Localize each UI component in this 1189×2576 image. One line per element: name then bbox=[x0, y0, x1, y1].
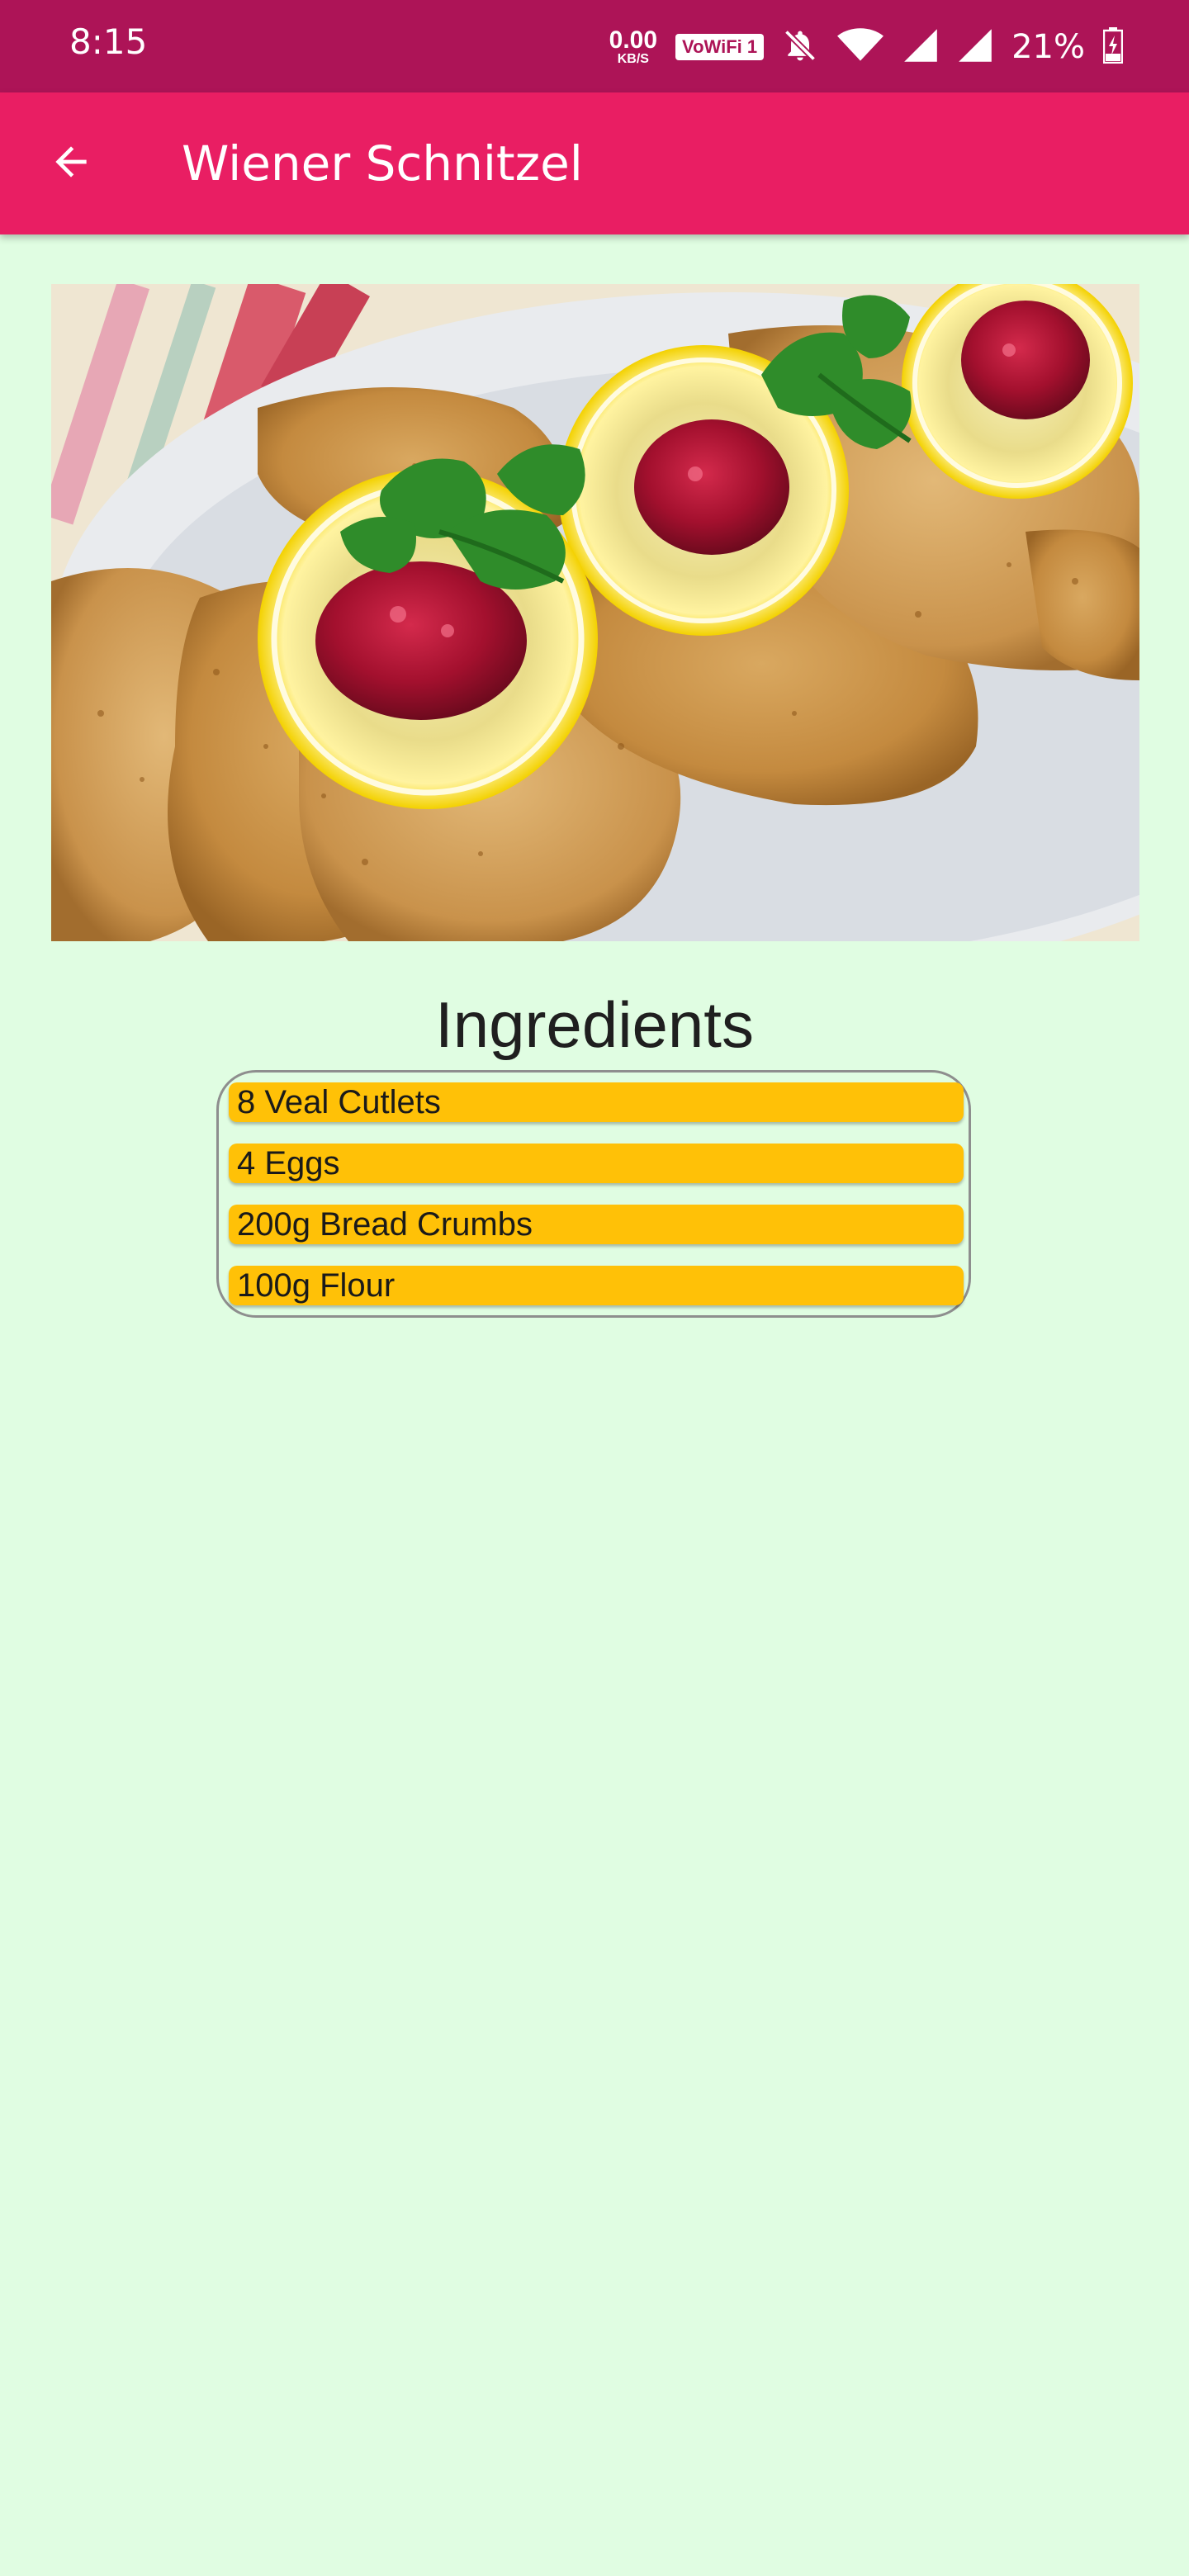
ingredient-item: 4 Eggs bbox=[229, 1144, 964, 1183]
back-button[interactable] bbox=[41, 134, 101, 193]
ingredient-item: 200g Bread Crumbs bbox=[229, 1205, 964, 1244]
arrow-left-icon bbox=[48, 139, 94, 189]
ingredient-item: 8 Veal Cutlets bbox=[229, 1082, 964, 1122]
page-title: Wiener Schnitzel bbox=[182, 135, 583, 192]
status-bar: 8:15 0.00 KB/S VoWiFi 1 21% bbox=[0, 0, 1189, 92]
app-bar: Wiener Schnitzel bbox=[0, 92, 1189, 234]
ingredient-item: 100g Flour bbox=[229, 1266, 964, 1305]
vowifi-badge: VoWiFi 1 bbox=[675, 34, 765, 60]
cell-signal-icon bbox=[902, 27, 939, 68]
battery-charging-icon bbox=[1102, 26, 1124, 68]
ingredients-list: 8 Veal Cutlets 4 Eggs 200g Bread Crumbs … bbox=[216, 1070, 971, 1318]
cell-signal-icon bbox=[957, 27, 993, 68]
network-speed-value: 0.00 bbox=[609, 26, 658, 54]
bell-off-icon bbox=[782, 27, 818, 68]
wifi-icon bbox=[836, 27, 884, 68]
network-speed-unit: KB/S bbox=[617, 52, 649, 66]
network-speed: 0.00 KB/S bbox=[609, 28, 657, 66]
battery-percent: 21% bbox=[1011, 28, 1085, 66]
status-time: 8:15 bbox=[69, 21, 148, 62]
ingredients-title: Ingredients bbox=[435, 988, 754, 1061]
recipe-photo bbox=[51, 284, 1139, 941]
status-icons: 0.00 KB/S VoWiFi 1 21% bbox=[609, 18, 1124, 76]
